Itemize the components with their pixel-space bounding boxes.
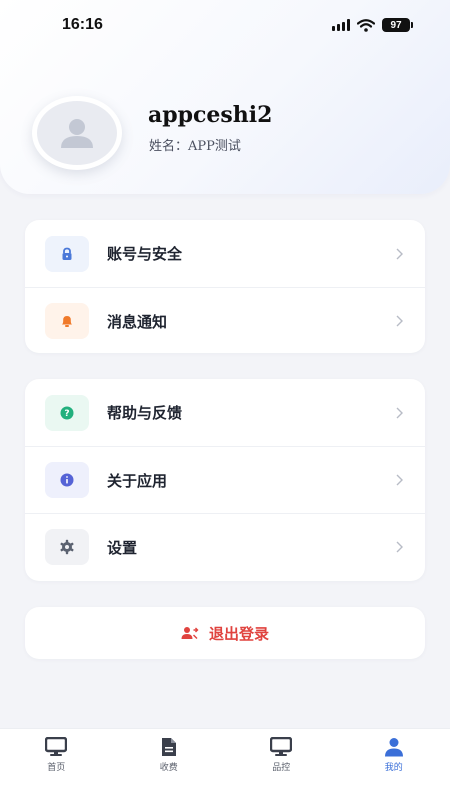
username: appceshi2 (148, 102, 273, 128)
logout-button[interactable]: 退出登录 (25, 607, 425, 659)
chevron-right-icon (396, 315, 403, 327)
menu-item-label: 账号与安全 (107, 245, 183, 263)
real-name-value: APP测试 (188, 139, 241, 154)
chevron-right-icon (396, 474, 403, 486)
bell-icon (62, 316, 72, 327)
tab-label: 品控 (272, 763, 291, 773)
user-icon (384, 738, 403, 757)
status-time: 16:16 (62, 16, 103, 33)
status-bar: 16:16 97 (0, 0, 450, 50)
monitor-icon (45, 737, 68, 756)
menu-item-help-feedback[interactable]: ? 帮助与反馈 (25, 379, 425, 446)
monitor-icon (270, 737, 293, 756)
svg-text:?: ? (64, 409, 69, 419)
tab-label: 我的 (384, 763, 403, 773)
logout-user-icon (181, 627, 199, 639)
wifi-icon (357, 18, 375, 32)
logout-label: 退出登录 (208, 624, 269, 643)
menu-item-label: 消息通知 (107, 312, 168, 331)
avatar[interactable] (32, 96, 122, 170)
document-icon (161, 738, 176, 756)
chevron-right-icon (396, 407, 403, 418)
bottom-tab-bar: 首页 收费 品控 我的 (0, 728, 450, 800)
menu-item-about[interactable]: 关于应用 (25, 446, 425, 513)
gear-icon (60, 539, 74, 555)
about-icon-box (45, 462, 89, 498)
info-icon (60, 473, 74, 487)
chevron-right-icon (396, 248, 403, 259)
tab-home[interactable]: 首页 (0, 729, 113, 800)
menu-item-label: 设置 (107, 538, 138, 557)
tab-quality-control[interactable]: 品控 (225, 729, 338, 800)
menu-item-settings[interactable]: 设置 (25, 513, 425, 580)
battery-icon: 97 (382, 18, 413, 32)
signal-icon (332, 19, 350, 31)
menu-card-general: ? 帮助与反馈 关于应用 设置 (25, 379, 425, 581)
account-security-icon-box (45, 235, 89, 272)
menu-item-label: 帮助与反馈 (107, 404, 183, 422)
tab-mine[interactable]: 我的 (338, 729, 450, 800)
tab-label: 收费 (159, 763, 178, 773)
lock-icon (62, 247, 72, 260)
help-icon-box: ? (45, 394, 89, 431)
menu-item-label: 关于应用 (107, 471, 168, 490)
notifications-icon-box (45, 303, 89, 339)
tab-billing[interactable]: 收费 (113, 729, 226, 800)
menu-card-account: 账号与安全 消息通知 (25, 220, 425, 353)
real-name: 姓名： APP测试 (149, 135, 241, 154)
help-icon: ? (60, 406, 74, 419)
user-placeholder-icon (61, 119, 93, 148)
menu-item-account-security[interactable]: 账号与安全 (25, 220, 425, 287)
chevron-right-icon (396, 541, 403, 553)
status-icons: 97 (332, 18, 413, 32)
real-name-label: 姓名： (149, 139, 189, 154)
tab-label: 首页 (47, 763, 66, 773)
menu-item-notifications[interactable]: 消息通知 (25, 287, 425, 354)
settings-icon-box (45, 529, 89, 565)
